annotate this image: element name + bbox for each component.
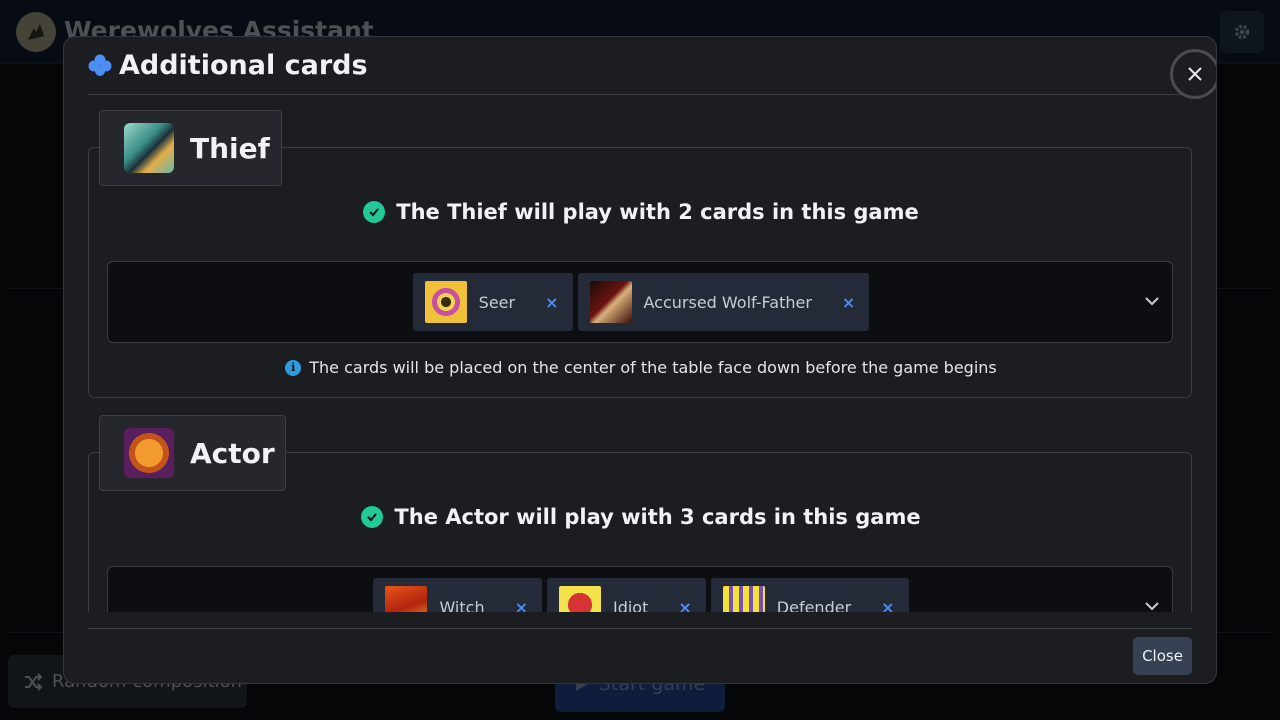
remove-card-button[interactable]: × [842, 293, 855, 312]
card-chip-defender: Defender × [710, 578, 909, 613]
remove-card-button[interactable]: × [515, 598, 528, 613]
witch-card-image [385, 586, 428, 612]
card-chip-label: Defender [776, 597, 852, 613]
actor-status-text: The Actor will play with 3 cards in this… [394, 505, 921, 529]
modal-header: Additional cards [88, 37, 1216, 99]
defender-card-image [722, 586, 765, 612]
actor-cards-select[interactable]: Witch × Idiot × Defender × [107, 566, 1173, 612]
check-circle-icon [363, 201, 386, 223]
thief-info-text: The cards will be placed on the center o… [309, 358, 997, 377]
modal-close-button[interactable] [1170, 49, 1216, 99]
chevron-down-icon[interactable] [1144, 598, 1160, 612]
info-icon: i [285, 359, 302, 376]
additional-cards-modal: Additional cards The Thief will play wit… [63, 36, 1217, 684]
thief-selected-cards: Seer × Accursed Wolf-Father × [108, 262, 1174, 342]
remove-card-button[interactable]: × [545, 293, 558, 312]
card-chip-idiot: Idiot × [546, 578, 706, 613]
thief-cards-select[interactable]: Seer × Accursed Wolf-Father × [107, 261, 1173, 343]
role-name: Thief [190, 131, 270, 165]
role-tab-actor: Actor [99, 415, 286, 491]
seer-card-image [424, 281, 467, 323]
card-chip-label: Seer [478, 292, 516, 312]
card-chip-witch: Witch × [373, 578, 542, 612]
modal-title: Additional cards [119, 50, 368, 81]
remove-card-button[interactable]: × [881, 598, 894, 613]
thief-status: The Thief will play with 2 cards in this… [89, 200, 1193, 224]
close-button[interactable]: Close [1133, 637, 1192, 675]
check-circle-icon [361, 506, 384, 528]
actor-selected-cards: Witch × Idiot × Defender × [108, 567, 1174, 612]
remove-card-button[interactable]: × [678, 598, 691, 613]
thief-info: i The cards will be placed on the center… [89, 358, 1193, 377]
actor-status: The Actor will play with 3 cards in this… [89, 505, 1193, 529]
actor-role-image [124, 428, 174, 478]
card-chip-accursed-wolf-father: Accursed Wolf-Father × [577, 273, 870, 331]
role-tab-thief: Thief [99, 110, 282, 186]
modal-body[interactable]: The Thief will play with 2 cards in this… [64, 96, 1216, 612]
clover-icon [88, 54, 112, 76]
close-icon [1188, 67, 1202, 81]
card-chip-seer: Seer × [412, 273, 573, 331]
thief-role-image [124, 123, 174, 173]
idiot-card-image [558, 586, 601, 612]
thief-status-text: The Thief will play with 2 cards in this… [396, 200, 919, 224]
chevron-down-icon[interactable] [1144, 293, 1160, 309]
role-name: Actor [190, 436, 275, 470]
card-chip-label: Witch [439, 597, 485, 613]
card-chip-label: Accursed Wolf-Father [643, 292, 812, 312]
modal-footer: Close [88, 628, 1192, 683]
card-chip-label: Idiot [612, 597, 649, 613]
accursed-wolf-father-card-image [589, 281, 632, 323]
